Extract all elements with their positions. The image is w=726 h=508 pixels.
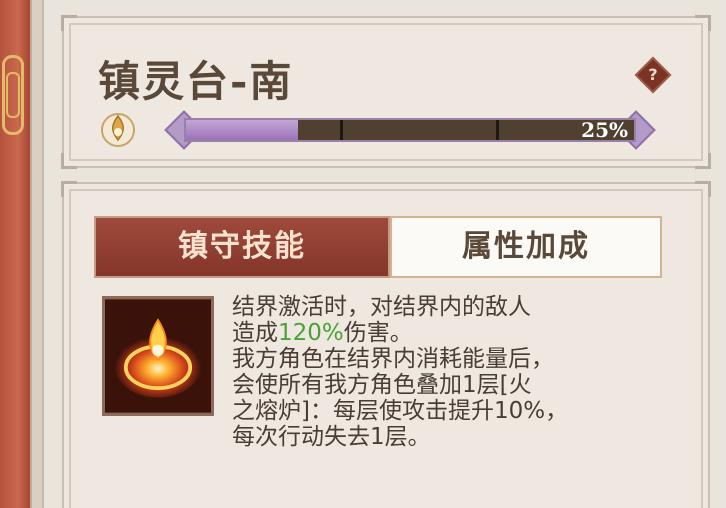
- left-frame-border: [30, 0, 44, 508]
- progress-bar: 25%: [156, 110, 674, 150]
- damage-percent-highlight: 120%: [278, 320, 344, 346]
- left-decor-strip: [0, 0, 30, 508]
- progress-track: 25%: [184, 118, 636, 142]
- station-title: 镇灵台-南: [98, 57, 294, 106]
- station-header-panel: 镇灵台-南 ? 25%: [61, 15, 711, 169]
- progress-fill: [186, 120, 298, 140]
- tab-attribute-bonus[interactable]: 属性加成: [390, 216, 662, 278]
- help-button[interactable]: ?: [634, 56, 672, 94]
- progress-segment-divider: [340, 120, 343, 140]
- tab-guard-skill[interactable]: 镇守技能: [94, 216, 390, 278]
- question-icon: ?: [648, 65, 658, 84]
- skill-description: 结界激活时，对结界内的敌人 造成120%伤害。 我方角色在结界内消耗能量后， 会…: [232, 294, 569, 450]
- skill-panel: 镇守技能 属性加成 结界激活时，对结界内的敌人 造成120%伤害。 我方角色在结…: [61, 181, 711, 508]
- flame-emblem-icon: [101, 113, 135, 147]
- fire-ring-icon: [102, 296, 214, 416]
- progress-segment-divider: [496, 120, 499, 140]
- knot-ornament-inner: [6, 72, 20, 118]
- progress-percent-label: 25%: [581, 118, 628, 142]
